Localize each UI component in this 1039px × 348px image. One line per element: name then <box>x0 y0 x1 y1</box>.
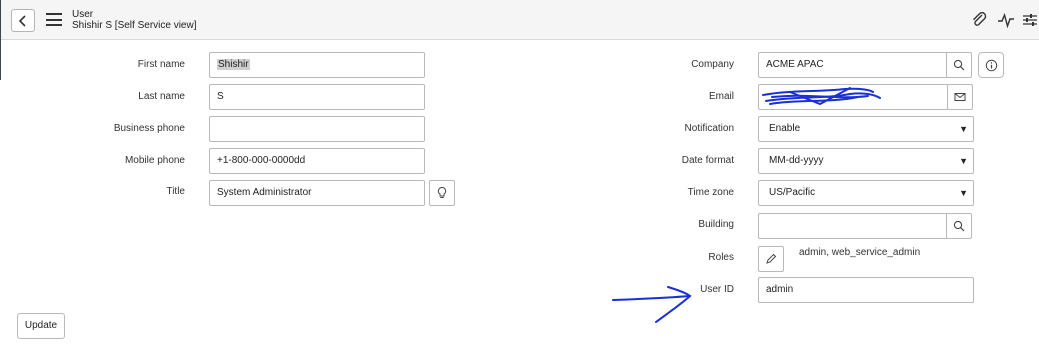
pointer-arrow-annotation <box>612 286 692 323</box>
email-redaction-scribble <box>762 87 881 106</box>
annotation-overlay <box>612 87 881 323</box>
